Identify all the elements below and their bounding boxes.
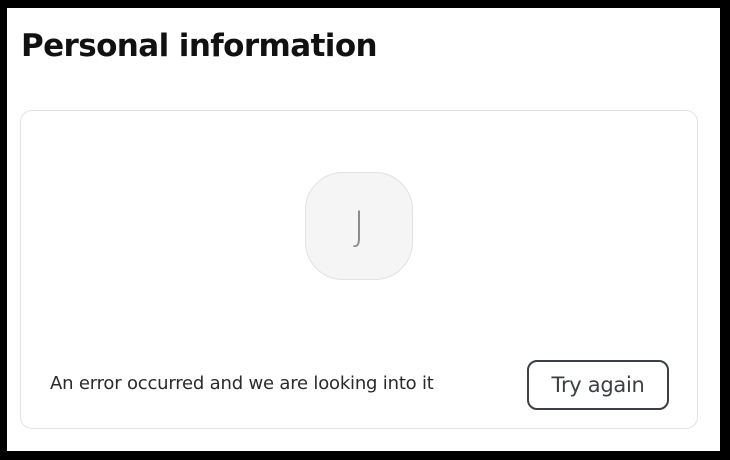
profile-card: J An error occurred and we are looking i… [20,110,698,429]
page-title: Personal information [21,28,378,64]
page-frame: Personal information J An error occurred… [7,8,720,451]
avatar: J [305,172,413,280]
avatar-initial: J [353,204,365,250]
error-message: An error occurred and we are looking int… [50,373,434,394]
try-again-button[interactable]: Try again [527,360,669,410]
